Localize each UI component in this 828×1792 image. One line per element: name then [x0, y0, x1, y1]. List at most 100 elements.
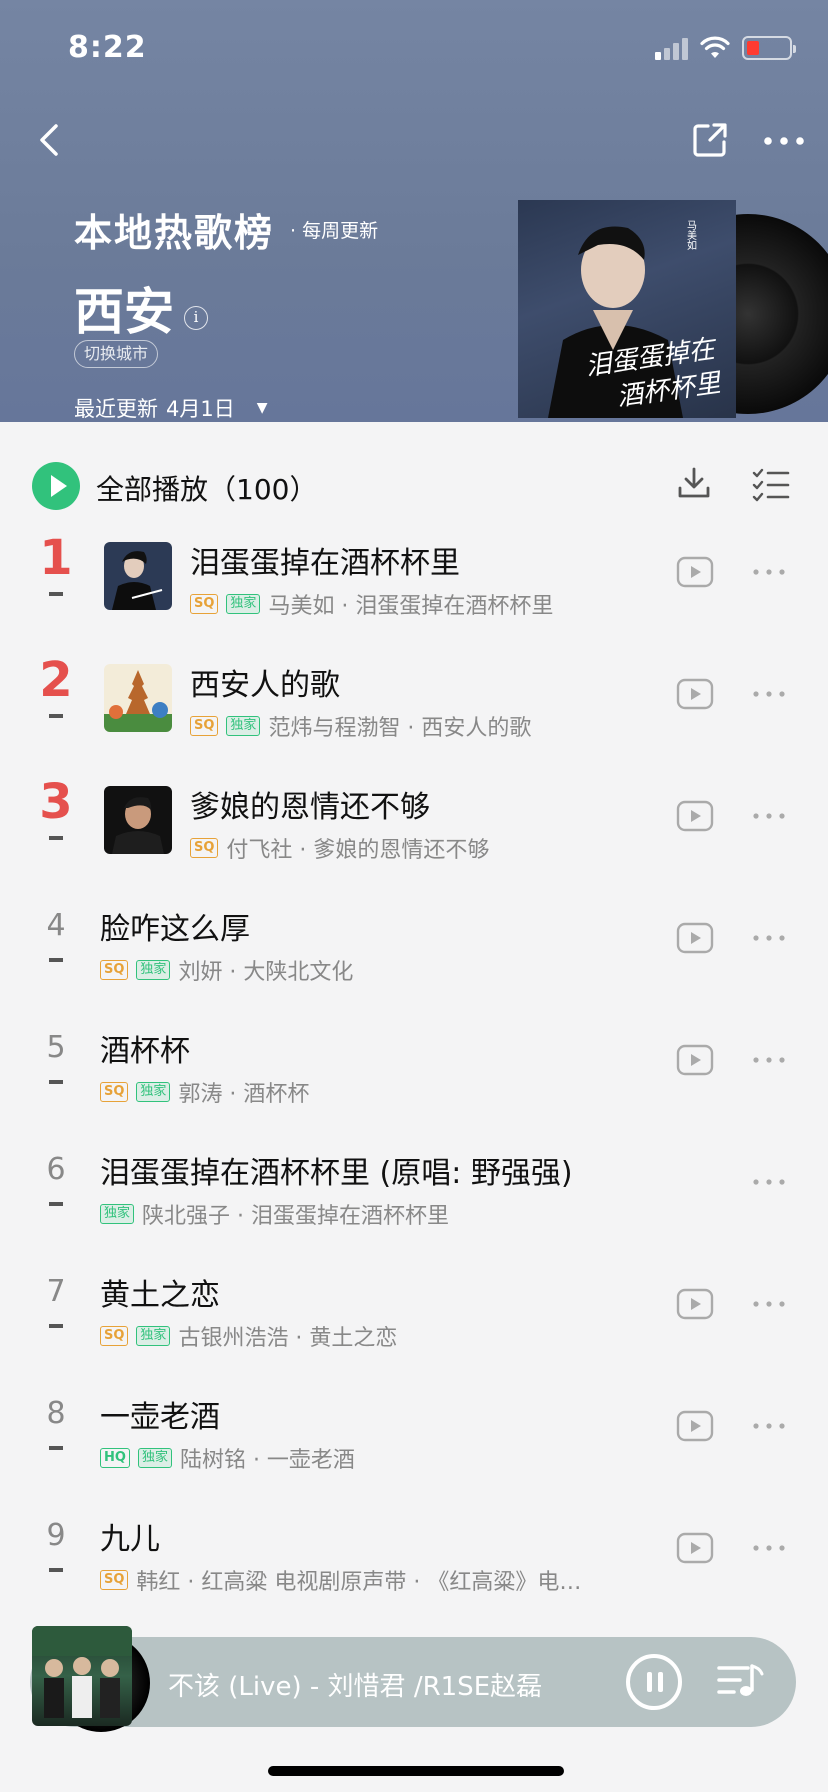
- song-thumbnail: [104, 542, 172, 610]
- exclusive-badge: 独家: [226, 594, 261, 614]
- chart-cover-art[interactable]: 马美如 泪蛋蛋掉在 酒杯杯里: [518, 200, 736, 418]
- song-meta: SQ 独家 刘妍 · 大陕北文化: [100, 954, 353, 986]
- exclusive-badge: 独家: [226, 716, 261, 736]
- song-row[interactable]: 6 泪蛋蛋掉在酒杯杯里 (原唱: 野强强) 独家 陕北强子 · 泪蛋蛋掉在酒杯杯里: [0, 1138, 828, 1260]
- quality-badge: SQ: [100, 960, 129, 980]
- status-time: 8:22: [68, 30, 147, 65]
- rank-unchanged-icon: [49, 958, 63, 962]
- song-row[interactable]: 1 泪蛋蛋掉在酒杯杯里 SQ 独家 马美如 · 泪蛋蛋掉在酒杯杯里: [0, 528, 828, 650]
- rank-unchanged-icon: [49, 1568, 63, 1572]
- rank-unchanged-icon: [49, 592, 63, 596]
- more-icon[interactable]: [752, 684, 786, 704]
- song-artist-album: 古银州浩浩 · 黄土之恋: [178, 1326, 398, 1351]
- song-artist-album: 马美如 · 泪蛋蛋掉在酒杯杯里: [268, 594, 554, 619]
- info-icon[interactable]: i: [184, 306, 208, 330]
- exclusive-badge: 独家: [136, 1082, 171, 1102]
- caret-down-icon: ▼: [256, 400, 268, 416]
- status-icons: [655, 36, 796, 60]
- more-icon[interactable]: [752, 562, 786, 582]
- quality-badge: SQ: [100, 1082, 129, 1102]
- song-artist-album: 陆树铭 · 一壶老酒: [179, 1448, 355, 1473]
- mv-icon[interactable]: [676, 556, 714, 588]
- quality-badge: SQ: [190, 716, 219, 736]
- rank-number: 3: [39, 774, 73, 830]
- song-meta: SQ 付飞社 · 爹娘的恩情还不够: [190, 832, 489, 864]
- wifi-icon: [700, 36, 730, 58]
- exclusive-badge: 独家: [136, 960, 171, 980]
- song-artist-album: 范炜与程渤智 · 西安人的歌: [268, 716, 532, 741]
- download-icon[interactable]: [676, 466, 712, 502]
- pause-icon[interactable]: [626, 1654, 682, 1710]
- song-title: 泪蛋蛋掉在酒杯杯里 (原唱: 野强强): [100, 1156, 573, 1191]
- mv-icon[interactable]: [676, 1410, 714, 1442]
- song-row[interactable]: 4 脸咋这么厚 SQ 独家 刘妍 · 大陕北文化: [0, 894, 828, 1016]
- play-all-row: 全部播放（100）: [0, 422, 828, 528]
- song-row[interactable]: 2 西安人的歌 SQ 独家 范炜与程渤智 · 西安人的歌: [0, 650, 828, 772]
- update-frequency: · 每周更新: [290, 220, 379, 242]
- song-artist-album: 付飞社 · 爹娘的恩情还不够: [226, 838, 490, 863]
- song-title: 酒杯杯: [100, 1034, 190, 1069]
- rank-number: 2: [39, 652, 73, 708]
- song-title: 一壶老酒: [100, 1400, 220, 1435]
- battery-icon: [742, 36, 796, 60]
- more-icon[interactable]: [752, 1050, 786, 1070]
- signal-icon: [655, 36, 688, 60]
- rank-number: 8: [46, 1396, 66, 1431]
- song-thumbnail: [104, 664, 172, 732]
- song-meta: SQ 韩红 · 红高粱 电视剧原声带 · 《红高粱》电…: [100, 1564, 581, 1596]
- song-title: 西安人的歌: [190, 668, 340, 703]
- song-row[interactable]: 5 酒杯杯 SQ 独家 郭涛 · 酒杯杯: [0, 1016, 828, 1138]
- more-icon[interactable]: [762, 126, 806, 156]
- song-meta: 独家 陕北强子 · 泪蛋蛋掉在酒杯杯里: [100, 1198, 449, 1230]
- exclusive-badge: 独家: [100, 1204, 135, 1224]
- mv-icon[interactable]: [676, 922, 714, 954]
- mv-icon[interactable]: [676, 1288, 714, 1320]
- song-artist-album: 郭涛 · 酒杯杯: [178, 1082, 310, 1107]
- city-name: 西安: [74, 283, 174, 341]
- last-update-date: 4月1日: [166, 397, 235, 421]
- more-icon[interactable]: [752, 1416, 786, 1436]
- play-icon[interactable]: [32, 462, 80, 510]
- mv-icon[interactable]: [676, 678, 714, 710]
- quality-badge: SQ: [190, 594, 219, 614]
- mv-icon[interactable]: [676, 1044, 714, 1076]
- multiselect-icon[interactable]: [752, 468, 790, 502]
- cover-artist-text: 马美如: [685, 220, 697, 251]
- song-meta: SQ 独家 郭涛 · 酒杯杯: [100, 1076, 309, 1108]
- more-icon[interactable]: [752, 928, 786, 948]
- rank-unchanged-icon: [49, 1080, 63, 1084]
- rank-number: 7: [46, 1274, 66, 1309]
- more-icon[interactable]: [752, 1294, 786, 1314]
- mv-icon[interactable]: [676, 800, 714, 832]
- home-indicator: [268, 1766, 564, 1776]
- song-meta: SQ 独家 古银州浩浩 · 黄土之恋: [100, 1320, 397, 1352]
- rank-number: 6: [46, 1152, 66, 1187]
- song-row[interactable]: 8 一壶老酒 HQ 独家 陆树铭 · 一壶老酒: [0, 1382, 828, 1504]
- rank-unchanged-icon: [49, 836, 63, 840]
- song-artist-album: 陕北强子 · 泪蛋蛋掉在酒杯杯里: [142, 1204, 449, 1229]
- now-playing-title[interactable]: 不该 (Live) - 刘惜君 /R1SE赵磊: [168, 1666, 542, 1703]
- switch-city-button[interactable]: 切换城市: [74, 340, 159, 368]
- rank-unchanged-icon: [49, 714, 63, 718]
- last-update-selector[interactable]: 最近更新 4月1日 ▼: [74, 393, 268, 423]
- rank-number: 5: [46, 1030, 66, 1065]
- song-title: 黄土之恋: [100, 1278, 220, 1313]
- song-row[interactable]: 7 黄土之恋 SQ 独家 古银州浩浩 · 黄土之恋: [0, 1260, 828, 1382]
- mini-player-cover[interactable]: [32, 1626, 132, 1726]
- song-meta: HQ 独家 陆树铭 · 一壶老酒: [100, 1442, 355, 1474]
- rank-number: 4: [46, 908, 66, 943]
- song-row[interactable]: 3 爹娘的恩情还不够 SQ 付飞社 · 爹娘的恩情还不够: [0, 772, 828, 894]
- song-artist-album: 刘妍 · 大陕北文化: [178, 960, 354, 985]
- song-row[interactable]: 9 九儿 SQ 韩红 · 红高粱 电视剧原声带 · 《红高粱》电…: [0, 1504, 828, 1626]
- more-icon[interactable]: [752, 806, 786, 826]
- more-icon[interactable]: [752, 1538, 786, 1558]
- song-title: 脸咋这么厚: [100, 912, 250, 947]
- back-icon[interactable]: [30, 120, 70, 160]
- play-all-label[interactable]: 全部播放（100）: [96, 468, 317, 508]
- playlist-icon[interactable]: [716, 1660, 764, 1702]
- share-icon[interactable]: [690, 120, 730, 160]
- exclusive-badge: 独家: [136, 1326, 171, 1346]
- more-icon[interactable]: [752, 1172, 786, 1192]
- mv-icon[interactable]: [676, 1532, 714, 1564]
- song-title: 泪蛋蛋掉在酒杯杯里: [190, 546, 460, 581]
